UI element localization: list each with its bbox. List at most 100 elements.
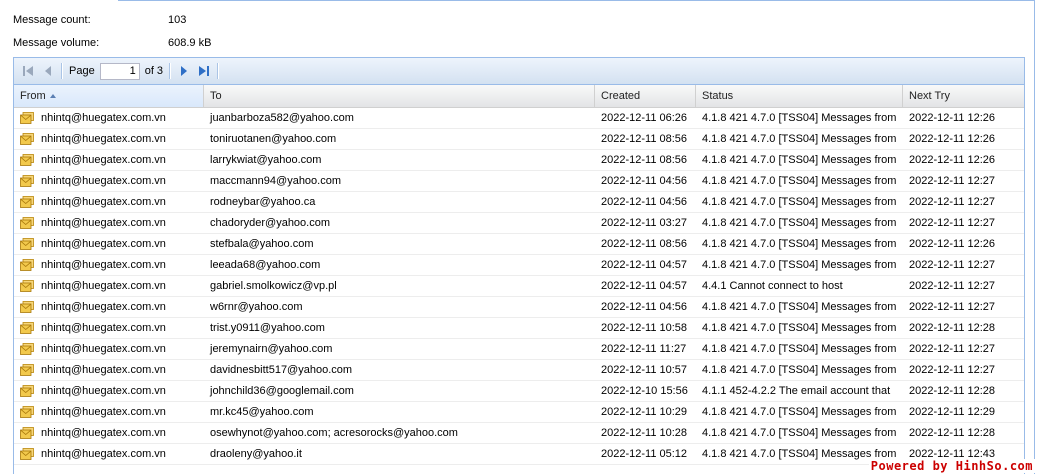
cell-created: 2022-12-11 11:27 [601, 343, 687, 355]
table-row[interactable]: nhintq@huegatex.com.vn trist.y0911@yahoo.… [14, 318, 1024, 339]
cell-status: 4.1.8 421 4.7.0 [TSS04] Messages from [702, 154, 897, 166]
first-page-button[interactable] [18, 61, 38, 81]
cell-created: 2022-12-11 04:56 [601, 175, 688, 187]
table-row[interactable]: nhintq@huegatex.com.vn chadoryder@yahoo.c… [14, 213, 1024, 234]
cell-next-try: 2022-12-11 12:26 [909, 133, 996, 145]
cell-to: trist.y0911@yahoo.com [210, 322, 325, 334]
toolbar-separator [217, 63, 220, 79]
cell-created: 2022-12-11 04:57 [601, 280, 688, 292]
cell-from: nhintq@huegatex.com.vn [41, 322, 166, 334]
table-row[interactable]: nhintq@huegatex.com.vn maccmann94@yahoo.c… [14, 171, 1024, 192]
cell-next-try: 2022-12-11 12:26 [909, 238, 996, 250]
cell-to: mr.kc45@yahoo.com [210, 406, 314, 418]
cell-from: nhintq@huegatex.com.vn [41, 259, 166, 271]
cell-from: nhintq@huegatex.com.vn [41, 301, 166, 313]
last-page-icon [199, 66, 210, 76]
cell-from: nhintq@huegatex.com.vn [41, 280, 166, 292]
cell-created: 2022-12-11 04:56 [601, 196, 688, 208]
sort-ascending-icon [49, 94, 56, 99]
next-page-button[interactable] [174, 61, 194, 81]
table-row[interactable]: nhintq@huegatex.com.vn mr.kc45@yahoo.com 2… [14, 402, 1024, 423]
column-header-next-try-label: Next Try [909, 90, 950, 102]
column-header-to[interactable]: To [204, 85, 595, 107]
table-row[interactable]: nhintq@huegatex.com.vn jeremynairn@yahoo.… [14, 339, 1024, 360]
cell-status: 4.1.8 421 4.7.0 [TSS04] Messages from [702, 427, 897, 439]
cell-status: 4.1.8 421 4.7.0 [TSS04] Messages from [702, 301, 897, 313]
cell-to: toniruotanen@yahoo.com [210, 133, 337, 145]
table-row[interactable]: nhintq@huegatex.com.vn juanbarboza582@yah… [14, 108, 1024, 129]
cell-to: stefbala@yahoo.com [210, 238, 314, 250]
cell-from: nhintq@huegatex.com.vn [41, 238, 166, 250]
cell-created: 2022-12-11 04:57 [601, 259, 688, 271]
message-volume-label: Message volume: [13, 37, 100, 49]
message-count-value: 103 [168, 14, 187, 26]
cell-next-try: 2022-12-11 12:27 [909, 259, 996, 271]
cell-from: nhintq@huegatex.com.vn [41, 427, 166, 439]
cell-status: 4.1.8 421 4.7.0 [TSS04] Messages from [702, 217, 897, 229]
cell-created: 2022-12-11 10:57 [601, 364, 688, 376]
panel-tab-edge [0, 0, 118, 2]
cell-status: 4.1.1 452-4.2.2 The email account that [702, 385, 891, 397]
cell-to: larrykwiat@yahoo.com [210, 154, 322, 166]
column-header-status[interactable]: Status [696, 85, 903, 107]
cell-status: 4.1.8 421 4.7.0 [TSS04] Messages from [702, 364, 897, 376]
cell-to: draoleny@yahoo.it [210, 448, 302, 460]
column-header-next-try[interactable]: Next Try [903, 85, 1024, 107]
cell-from: nhintq@huegatex.com.vn [41, 364, 166, 376]
table-row[interactable]: nhintq@huegatex.com.vn rodneybar@yahoo.ca… [14, 192, 1024, 213]
cell-created: 2022-12-11 08:56 [601, 133, 688, 145]
paging-toolbar: Page of 3 [14, 58, 1024, 85]
cell-status: 4.1.8 421 4.7.0 [TSS04] Messages from [702, 259, 897, 271]
previous-page-button[interactable] [38, 61, 58, 81]
cell-status: 4.1.8 421 4.7.0 [TSS04] Messages from [702, 238, 897, 250]
last-page-button[interactable] [194, 61, 214, 81]
cell-to: davidnesbitt517@yahoo.com [210, 364, 353, 376]
cell-status: 4.1.8 421 4.7.0 [TSS04] Messages from [702, 196, 897, 208]
table-row[interactable]: nhintq@huegatex.com.vn gabriel.smolkowicz… [14, 276, 1024, 297]
cell-status: 4.1.8 421 4.7.0 [TSS04] Messages from [702, 322, 897, 334]
table-row[interactable]: nhintq@huegatex.com.vn davidnesbitt517@ya… [14, 360, 1024, 381]
table-row[interactable]: nhintq@huegatex.com.vn stefbala@yahoo.com… [14, 234, 1024, 255]
message-count-label: Message count: [13, 14, 91, 26]
cell-from: nhintq@huegatex.com.vn [41, 154, 166, 166]
previous-page-icon [45, 66, 51, 76]
cell-to: w6rnr@yahoo.com [210, 301, 303, 313]
cell-created: 2022-12-11 10:29 [601, 406, 688, 418]
cell-next-try: 2022-12-11 12:27 [909, 175, 996, 187]
cell-next-try: 2022-12-11 12:26 [909, 154, 996, 166]
cell-next-try: 2022-12-11 12:27 [909, 343, 996, 355]
cell-from: nhintq@huegatex.com.vn [41, 385, 166, 397]
table-row[interactable]: nhintq@huegatex.com.vn toniruotanen@yahoo… [14, 129, 1024, 150]
grid-header: From To Created Status Next Try [14, 85, 1024, 108]
page-number-input[interactable] [99, 62, 140, 80]
table-row[interactable]: nhintq@huegatex.com.vn osewhynot@yahoo.co… [14, 423, 1024, 444]
cell-status: 4.1.8 421 4.7.0 [TSS04] Messages from [702, 406, 897, 418]
grid-body: nhintq@huegatex.com.vn juanbarboza582@yah… [14, 108, 1024, 465]
cell-next-try: 2022-12-11 12:27 [909, 301, 996, 313]
column-header-to-label: To [210, 90, 222, 102]
page-count-label: of 3 [144, 65, 164, 77]
cell-from: nhintq@huegatex.com.vn [41, 133, 166, 145]
cell-to: johnchild36@googlemail.com [210, 385, 354, 397]
cell-next-try: 2022-12-11 12:28 [909, 385, 996, 397]
cell-next-try: 2022-12-11 12:27 [909, 196, 996, 208]
column-header-from-label: From [20, 90, 46, 102]
table-row[interactable]: nhintq@huegatex.com.vn johnchild36@google… [14, 381, 1024, 402]
cell-to: chadoryder@yahoo.com [210, 217, 331, 229]
cell-from: nhintq@huegatex.com.vn [41, 448, 166, 460]
cell-to: juanbarboza582@yahoo.com [210, 112, 354, 124]
table-row[interactable]: nhintq@huegatex.com.vn leeada68@yahoo.com… [14, 255, 1024, 276]
cell-status: 4.1.8 421 4.7.0 [TSS04] Messages from [702, 175, 897, 187]
cell-status: 4.1.8 421 4.7.0 [TSS04] Messages from [702, 112, 897, 124]
column-header-created[interactable]: Created [595, 85, 696, 107]
table-row[interactable]: nhintq@huegatex.com.vn larrykwiat@yahoo.c… [14, 150, 1024, 171]
cell-from: nhintq@huegatex.com.vn [41, 175, 166, 187]
next-page-icon [181, 66, 188, 76]
cell-created: 2022-12-11 10:58 [601, 322, 688, 334]
table-row[interactable]: nhintq@huegatex.com.vn w6rnr@yahoo.com 202… [14, 297, 1024, 318]
message-volume-value: 608.9 kB [168, 37, 212, 49]
message-queue-grid: Page of 3 From To Created Status Next Tr… [13, 57, 1025, 474]
cell-next-try: 2022-12-11 12:29 [909, 406, 996, 418]
cell-created: 2022-12-11 05:12 [601, 448, 688, 460]
column-header-from[interactable]: From [14, 85, 204, 107]
